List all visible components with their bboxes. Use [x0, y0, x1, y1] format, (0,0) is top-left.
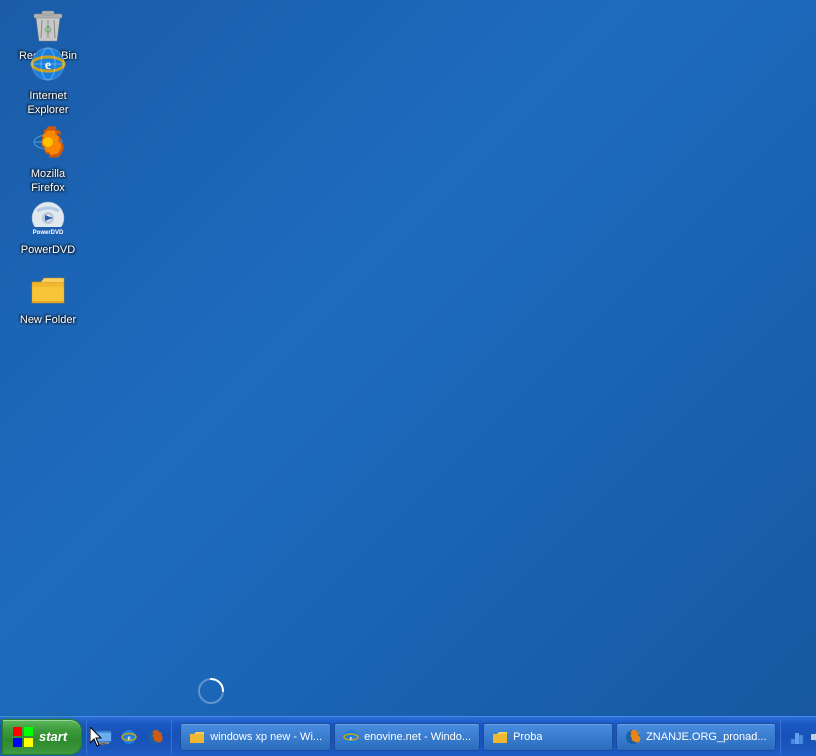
powerdvd-image: PowerDVD	[28, 198, 68, 238]
svg-text:♻: ♻	[44, 25, 53, 36]
ql-firefox[interactable]	[143, 725, 167, 749]
taskbar: start e	[0, 716, 816, 756]
new-folder-label: New Folder	[17, 312, 79, 328]
firefox-icon[interactable]: Mozilla Firefox	[8, 118, 88, 201]
task-folder-icon-1	[189, 729, 205, 745]
windows-logo	[13, 727, 33, 747]
svg-text:e: e	[128, 734, 131, 742]
firefox-label: Mozilla Firefox	[12, 166, 84, 197]
mouse-cursor	[90, 727, 102, 745]
task-windows-xp-new[interactable]: windows xp new - Wi...	[180, 723, 331, 751]
loading-spinner	[196, 676, 226, 706]
system-tray: 11:20 AM	[780, 719, 816, 755]
task-label-1: windows xp new - Wi...	[210, 731, 322, 743]
task-label-2: enovine.net - Windo...	[364, 731, 471, 743]
svg-text:PowerDVD: PowerDVD	[33, 230, 64, 236]
start-label: start	[39, 729, 67, 744]
task-firefox-icon-4	[625, 729, 641, 745]
volume-icon[interactable]	[809, 729, 816, 745]
task-proba[interactable]: Proba	[483, 723, 613, 751]
taskbar-tasks: windows xp new - Wi... e enovine.net - W…	[176, 719, 779, 755]
firefox-image	[28, 122, 68, 162]
task-enovine[interactable]: e enovine.net - Windo...	[334, 723, 480, 751]
svg-text:e: e	[45, 58, 51, 73]
new-folder-image	[28, 268, 68, 308]
task-label-3: Proba	[513, 731, 542, 743]
desktop: ♻ Recycle Bin e Internet Explorer	[0, 0, 816, 716]
new-folder-icon[interactable]: New Folder	[8, 264, 88, 332]
ql-ie[interactable]: e	[117, 725, 141, 749]
ie-icon[interactable]: e Internet Explorer	[8, 40, 88, 123]
task-folder-icon-3	[492, 729, 508, 745]
ie-label: Internet Explorer	[12, 88, 84, 119]
start-button[interactable]: start	[2, 719, 82, 755]
task-znanje[interactable]: ZNANJE.ORG_pronad...	[616, 723, 775, 751]
recycle-bin-image: ♻	[28, 4, 68, 44]
ie-image: e	[28, 44, 68, 84]
svg-text:e: e	[350, 736, 353, 742]
powerdvd-label: PowerDVD	[18, 242, 78, 258]
task-ie-icon-2: e	[343, 729, 359, 745]
powerdvd-icon[interactable]: PowerDVD PowerDVD	[8, 194, 88, 262]
network-icon[interactable]	[789, 729, 805, 745]
task-label-4: ZNANJE.ORG_pronad...	[646, 731, 766, 743]
